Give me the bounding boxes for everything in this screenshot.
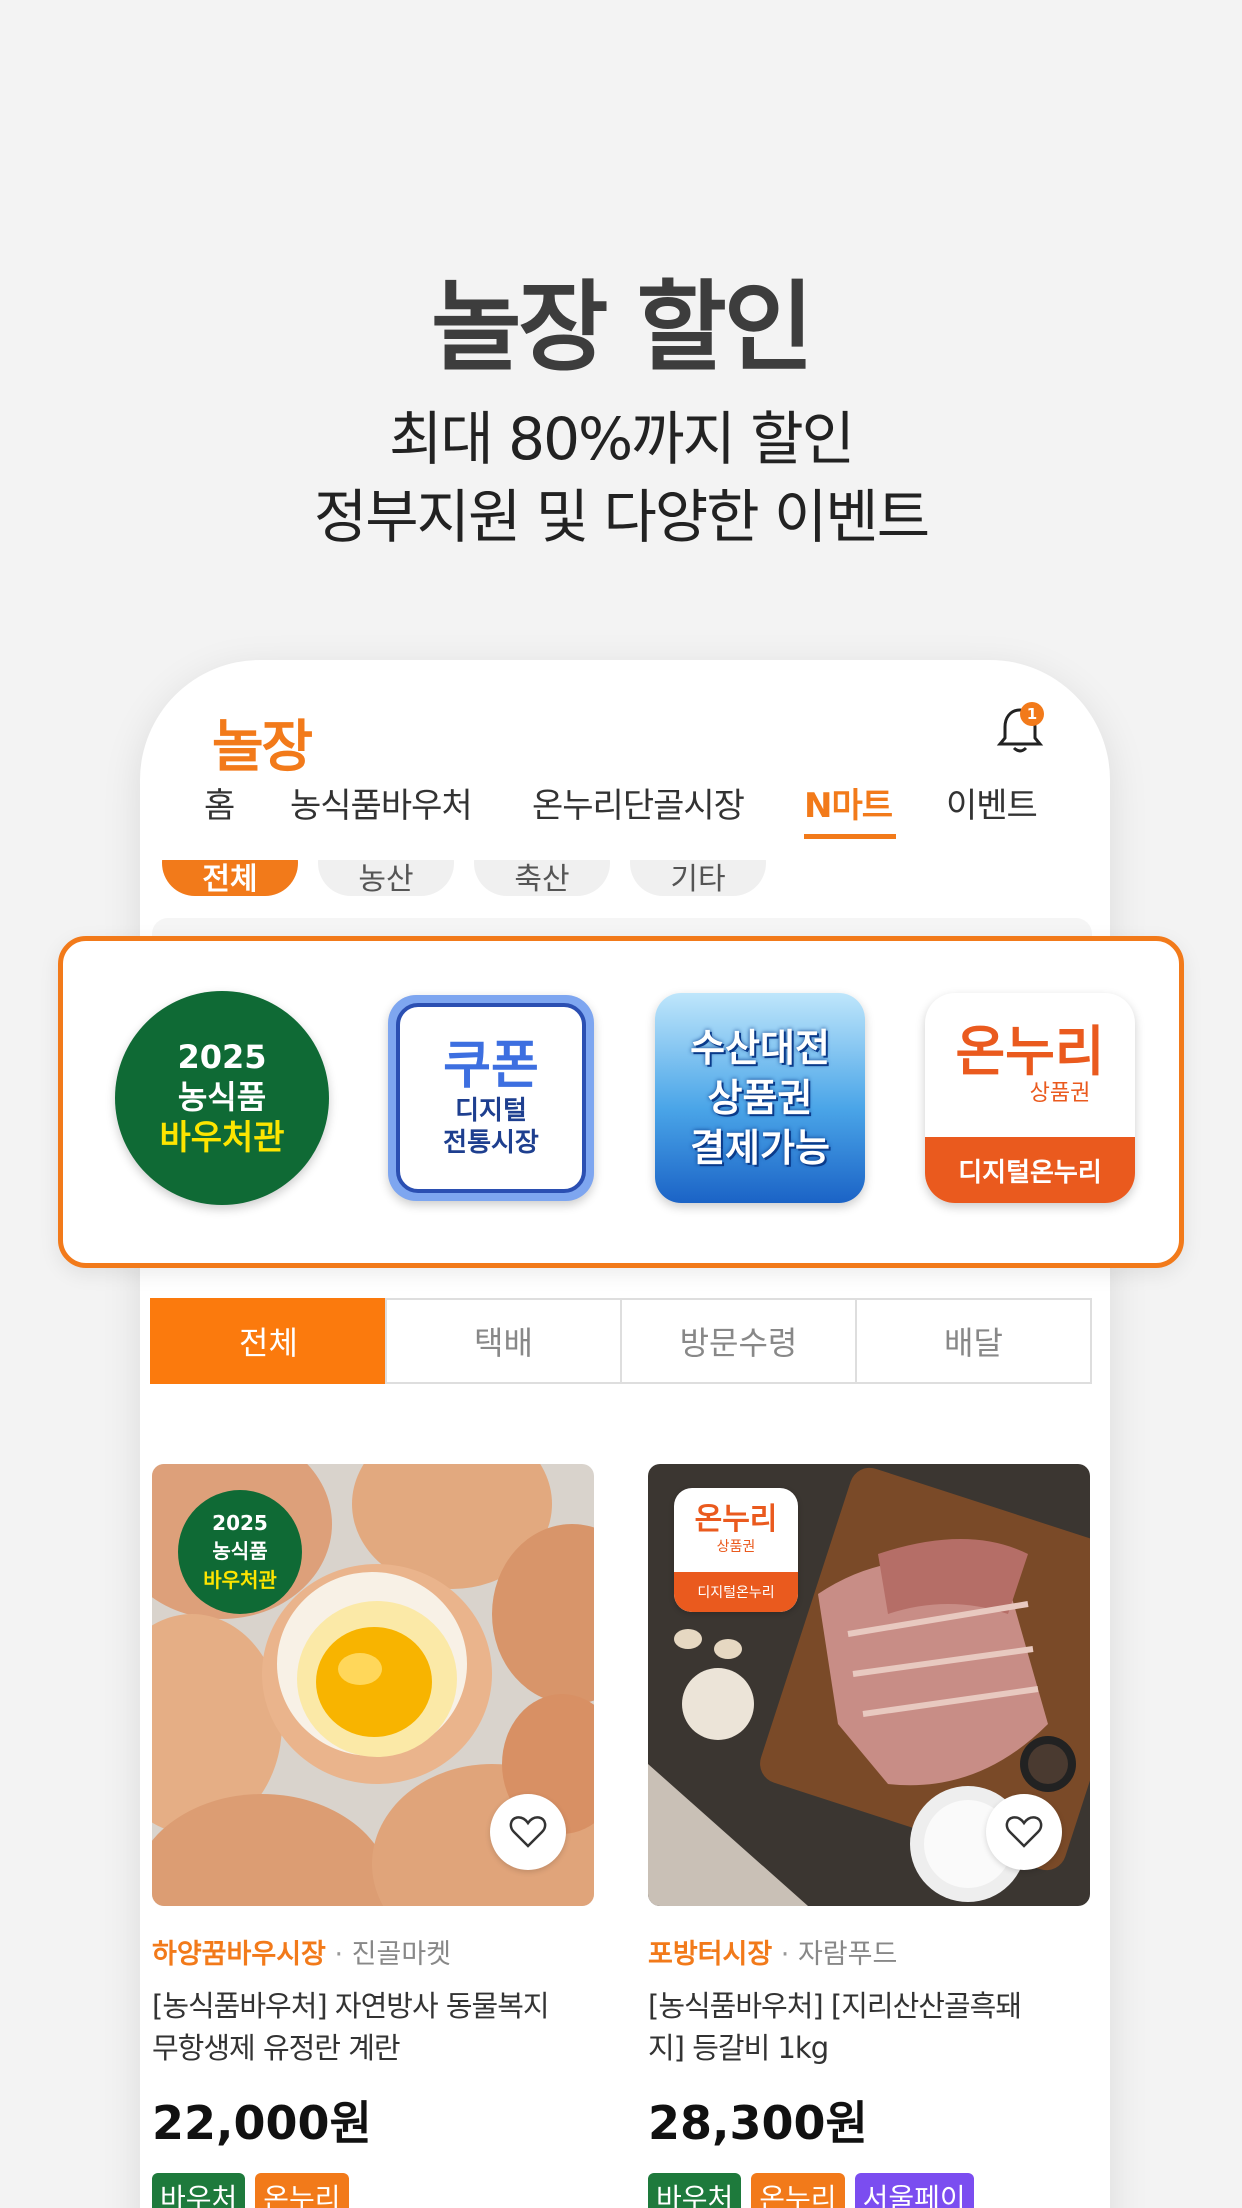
filter-delivery[interactable]: 배달 [855, 1298, 1092, 1384]
shortcut-onnuri[interactable]: 온누리 상품권 디지털온누리 [925, 993, 1135, 1203]
chip-etc[interactable]: 기타 [630, 860, 766, 897]
coupon-icon: 쿠폰 디지털 전통시장 [388, 995, 594, 1201]
seafood-voucher-icon: 수산대전 상품권 결제가능 [655, 993, 865, 1203]
tag-voucher: 바우처 [648, 2173, 742, 2208]
filter-parcel[interactable]: 택배 [385, 1298, 622, 1384]
nav-voucher[interactable]: 농식품바우처 [290, 778, 473, 827]
tag-onnuri: 온누리 [751, 2173, 845, 2208]
top-nav: 홈 농식품바우처 온누리단골시장 N마트 이벤트 [140, 778, 1110, 836]
onnuri-icon: 온누리 상품권 디지털온누리 [925, 993, 1135, 1203]
delivery-filter-tabs: 전체 택배 방문수령 배달 [150, 1298, 1092, 1384]
product-market-line: 포방터시장 · 자람푸드 [648, 1939, 898, 1970]
tag-onnuri: 온누리 [255, 2173, 349, 2208]
chip-livestock[interactable]: 축산 [474, 860, 610, 897]
promo-title: 놀장 할인 [431, 271, 814, 385]
product-price: 22,000원 [152, 2096, 372, 2150]
seller-name: 진골마켓 [351, 1939, 452, 1970]
product-name: [농식품바우처] 자연방사 동물복지 무항생제 유정란 계란 [152, 1989, 550, 2065]
nav-onnuri-market[interactable]: 온누리단골시장 [532, 778, 745, 827]
shortcut-coupon[interactable]: 쿠폰 디지털 전통시장 [388, 995, 594, 1201]
app-logo[interactable]: 놀장 [212, 702, 313, 783]
filter-all[interactable]: 전체 [150, 1298, 387, 1384]
promo-subtitle-line2: 정부지원 및 다양한 이벤트 [313, 483, 930, 551]
market-name[interactable]: 포방터시장 [648, 1939, 772, 1970]
seller-name: 자람푸드 [797, 1939, 898, 1970]
chip-all[interactable]: 전체 [162, 860, 298, 897]
tag-seoulpay: 서울페이 [854, 2173, 974, 2208]
shortcut-highlight-panel: 2025 농식품 바우처관 쿠폰 디지털 전통시장 수산대전 상품권 결제가능 … [58, 936, 1184, 1268]
product-image-ribs[interactable]: 온누리 상품권 디지털온누리 [648, 1464, 1090, 1906]
chip-agri[interactable]: 농산 [318, 860, 454, 897]
voucher-badge-icon: 2025 농식품 바우처관 [178, 1490, 302, 1614]
heart-icon [509, 1816, 547, 1848]
product-card[interactable]: 2025 농식품 바우처관 하양꿈바우시장 · 진골마켓 [농식품바우처] 자연… [152, 1464, 594, 2208]
notification-badge: 1 [1020, 702, 1044, 726]
heart-icon [1005, 1816, 1043, 1848]
onnuri-badge-icon: 온누리 상품권 디지털온누리 [674, 1488, 798, 1612]
phone-mockup: 놀장 1 홈 농식품바우처 온누리단골시장 N마트 이벤트 전체 농산 축산 기… [140, 660, 1110, 2208]
shortcut-voucher[interactable]: 2025 농식품 바우처관 [115, 991, 329, 1205]
product-price: 28,300원 [648, 2096, 868, 2150]
product-image-eggs[interactable]: 2025 농식품 바우처관 [152, 1464, 594, 1906]
wishlist-button[interactable] [490, 1794, 566, 1870]
promo-subtitle-line1: 최대 80%까지 할인 [389, 405, 855, 473]
wishlist-button[interactable] [986, 1794, 1062, 1870]
payment-tags: 바우처 온누리 [152, 2173, 594, 2208]
product-market-line: 하양꿈바우시장 · 진골마켓 [152, 1939, 452, 1970]
shortcut-seafood-voucher[interactable]: 수산대전 상품권 결제가능 [655, 993, 865, 1203]
nav-home[interactable]: 홈 [204, 778, 235, 827]
category-chips: 전체 농산 축산 기타 [150, 860, 1110, 910]
tag-voucher: 바우처 [152, 2173, 246, 2208]
payment-tags: 바우처 온누리 서울페이 [648, 2173, 1090, 2208]
nav-active-indicator [804, 834, 896, 839]
market-name[interactable]: 하양꿈바우시장 [152, 1939, 326, 1970]
product-card[interactable]: 온누리 상품권 디지털온누리 포방터시장 · 자람푸드 [농식품바우처] [지리… [648, 1464, 1090, 2208]
nav-nmart[interactable]: N마트 [804, 778, 893, 827]
voucher-badge-icon: 2025 농식품 바우처관 [115, 991, 329, 1205]
product-name: [농식품바우처] [지리산산골흑돼 지] 등갈비 1kg [648, 1989, 1022, 2065]
filter-pickup[interactable]: 방문수령 [620, 1298, 857, 1384]
nav-events[interactable]: 이벤트 [946, 778, 1038, 827]
